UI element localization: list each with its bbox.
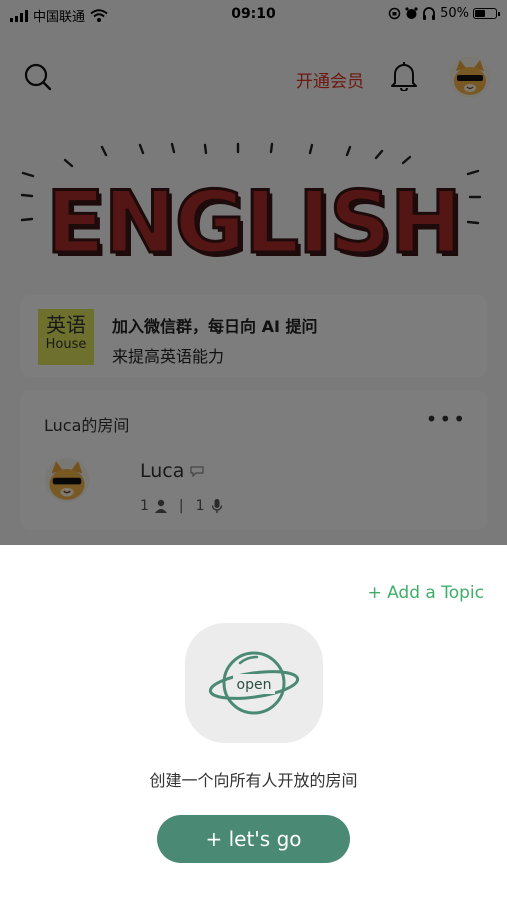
modal-backdrop[interactable] xyxy=(0,0,507,545)
planet-icon: open xyxy=(208,651,300,715)
app-screen: 中国联通 09:10 50% xyxy=(0,0,507,900)
sheet-description: 创建一个向所有人开放的房间 xyxy=(149,771,358,790)
create-room-sheet: + Add a Topic open 创建一个向所有人开放的房间 + let's… xyxy=(0,545,507,900)
lets-go-button[interactable]: + let's go xyxy=(157,815,350,863)
add-topic-link[interactable]: + Add a Topic xyxy=(367,583,484,603)
open-room-option[interactable]: open xyxy=(185,623,323,743)
open-label: open xyxy=(237,677,272,693)
